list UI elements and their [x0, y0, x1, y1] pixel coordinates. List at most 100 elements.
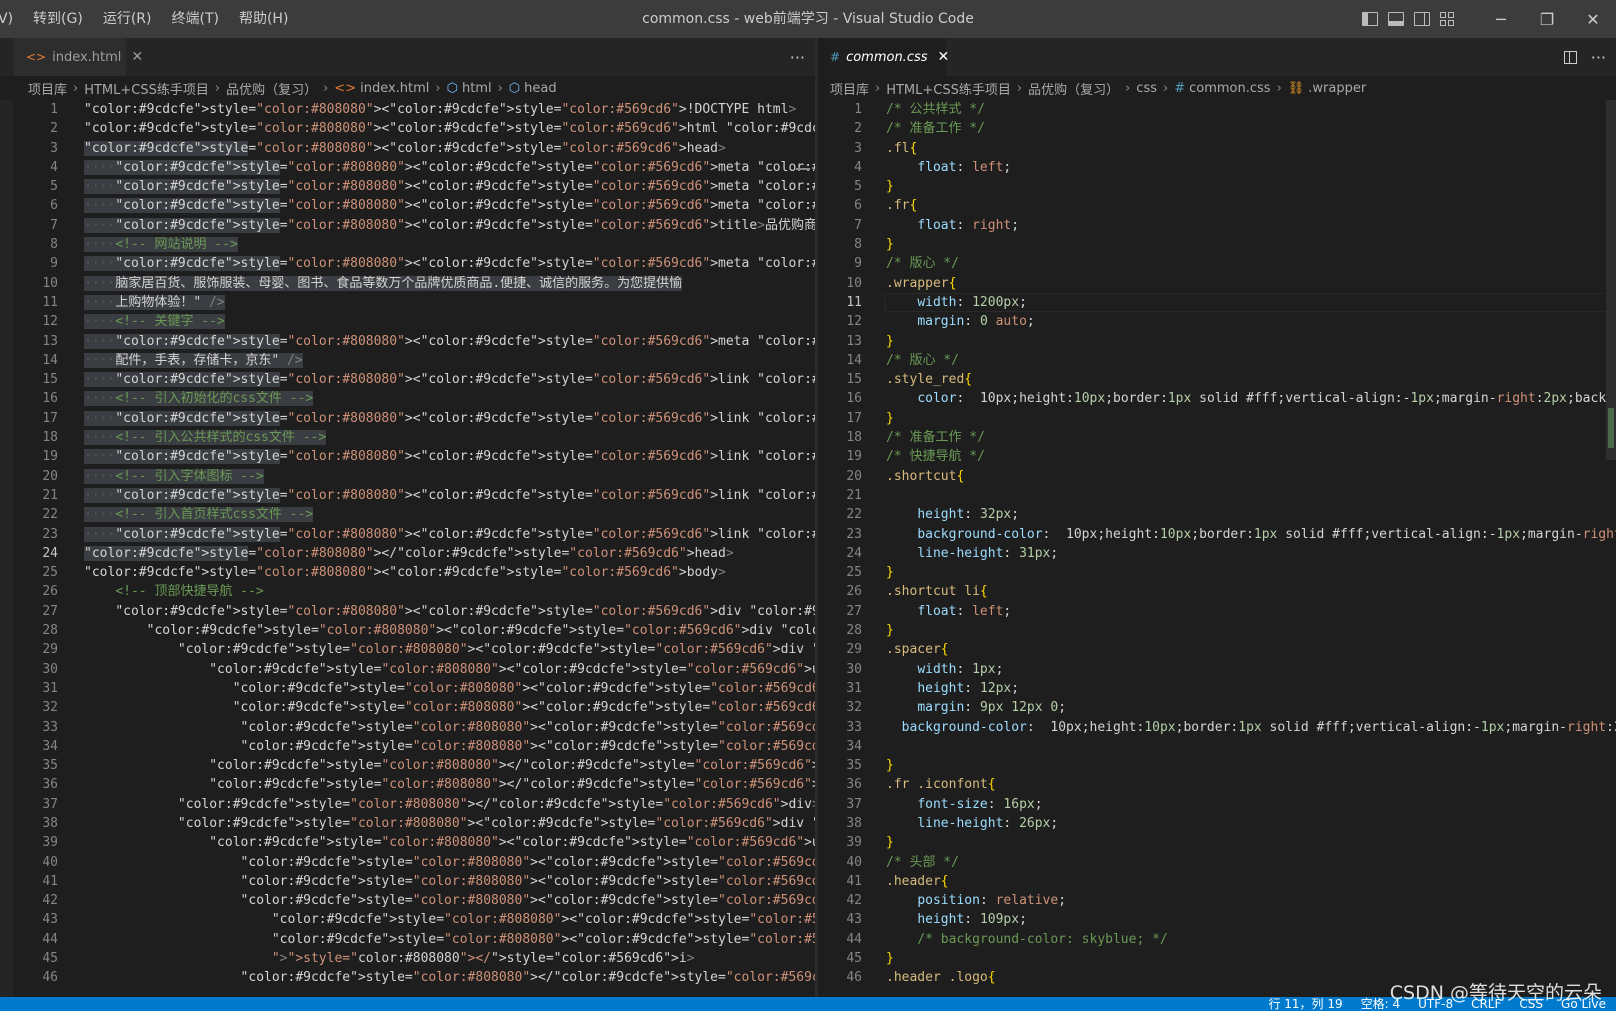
- code-line[interactable]: 24 "color:#9cdcfe">style="color:#808080">…: [0, 544, 815, 563]
- code-text[interactable]: line-height: 31px;: [886, 544, 1058, 563]
- code-text[interactable]: .shortcut{: [886, 467, 964, 486]
- code-line[interactable]: 18 ····<!-- 引入公共样式的css文件 -->: [0, 428, 815, 447]
- code-text[interactable]: "color:#9cdcfe">style="color:#808080"><"…: [84, 930, 815, 949]
- code-line[interactable]: 24 line-height: 31px;: [818, 544, 1616, 563]
- code-line[interactable]: 33 "color:#9cdcfe">style="color:#808080"…: [0, 718, 815, 737]
- toggle-primary-sidebar-icon[interactable]: [1362, 12, 1378, 26]
- code-text[interactable]: ····"color:#9cdcfe">style="color:#808080…: [84, 196, 815, 215]
- code-text[interactable]: .fr{: [886, 196, 917, 215]
- menu-run[interactable]: 运行(R): [93, 0, 162, 38]
- code-text[interactable]: ····<!-- 引入字体图标 -->: [84, 467, 264, 486]
- code-line[interactable]: 1 "color:#9cdcfe">style="color:#808080"><…: [0, 100, 815, 119]
- code-line[interactable]: 27 float: left;: [818, 602, 1616, 621]
- code-line[interactable]: 42 "color:#9cdcfe">style="color:#808080"…: [0, 891, 815, 910]
- code-text[interactable]: .fr .iconfont{: [886, 775, 996, 794]
- code-text[interactable]: .style_red{: [886, 370, 972, 389]
- code-text[interactable]: "color:#9cdcfe">style="color:#808080"><"…: [84, 563, 726, 582]
- breadcrumb-item[interactable]: 品优购（复习）: [226, 79, 317, 98]
- code-line[interactable]: 30 width: 1px;: [818, 660, 1616, 679]
- tab-index-html[interactable]: <> index.html ✕: [14, 38, 143, 76]
- code-text[interactable]: /* 公共样式 */: [886, 100, 985, 119]
- code-text[interactable]: ····"color:#9cdcfe">style="color:#808080…: [84, 177, 815, 196]
- code-line[interactable]: 27 "color:#9cdcfe">style="color:#808080"…: [0, 602, 815, 621]
- code-text[interactable]: ····"color:#9cdcfe">style="color:#808080…: [84, 525, 815, 544]
- code-text[interactable]: "color:#9cdcfe">style="color:#808080"><"…: [84, 853, 815, 872]
- code-text[interactable]: }: [886, 235, 894, 254]
- code-text[interactable]: }: [886, 409, 894, 428]
- code-line[interactable]: 38 line-height: 26px;: [818, 814, 1616, 833]
- code-line[interactable]: 28 "color:#9cdcfe">style="color:#808080"…: [0, 621, 815, 640]
- code-line[interactable]: 41 .header{: [818, 872, 1616, 891]
- more-actions-icon[interactable]: ···: [790, 48, 805, 67]
- code-line[interactable]: 13}: [818, 332, 1616, 351]
- code-text[interactable]: /* 版心 */: [886, 254, 959, 273]
- breadcrumb-item[interactable]: css: [1136, 81, 1157, 96]
- code-line[interactable]: 45}: [818, 949, 1616, 968]
- breadcrumb-item[interactable]: index.html: [360, 81, 429, 96]
- code-line[interactable]: 42 position: relative;: [818, 891, 1616, 910]
- code-line[interactable]: 34 "color:#9cdcfe">style="color:#808080"…: [0, 737, 815, 756]
- code-line[interactable]: 23 ····"color:#9cdcfe">style="color:#8080…: [0, 525, 815, 544]
- tab-common-css[interactable]: # common.css ✕: [818, 38, 949, 76]
- code-line[interactable]: 35}: [818, 756, 1616, 775]
- code-text[interactable]: <!-- 顶部快捷导航 -->: [84, 582, 263, 601]
- code-line[interactable]: 4 float: left;: [818, 158, 1616, 177]
- code-text[interactable]: line-height: 26px;: [886, 814, 1058, 833]
- menu-help[interactable]: 帮助(H): [229, 0, 298, 38]
- code-line[interactable]: 25 "color:#9cdcfe">style="color:#808080">…: [0, 563, 815, 582]
- code-line[interactable]: 35 "color:#9cdcfe">style="color:#808080"…: [0, 756, 815, 775]
- menu-view[interactable]: V): [0, 0, 23, 38]
- code-line[interactable]: 8 ····<!-- 网站说明 -->: [0, 235, 815, 254]
- code-line[interactable]: 7 ····"color:#9cdcfe">style="color:#80808…: [0, 216, 815, 235]
- code-line[interactable]: 17}: [818, 409, 1616, 428]
- code-line[interactable]: 43 "color:#9cdcfe">style="color:#808080"…: [0, 910, 815, 929]
- code-line[interactable]: 37 "color:#9cdcfe">style="color:#808080"…: [0, 795, 815, 814]
- code-editor-left[interactable]: 1 "color:#9cdcfe">style="color:#808080"><…: [0, 100, 815, 997]
- code-line[interactable]: 23 background-color: 10px;height:10px;bo…: [818, 525, 1616, 544]
- split-editor-icon[interactable]: [1563, 50, 1577, 64]
- code-line[interactable]: 26 .shortcut li{: [818, 582, 1616, 601]
- code-text[interactable]: "color:#9cdcfe">style="color:#808080"><"…: [84, 139, 726, 158]
- code-text[interactable]: float: left;: [886, 602, 1011, 621]
- code-line[interactable]: 37 font-size: 16px;: [818, 795, 1616, 814]
- code-text[interactable]: ····<!-- 引入公共样式的css文件 -->: [84, 428, 327, 447]
- code-line[interactable]: 14 ····配件，手表，存储卡，京东" />: [0, 351, 815, 370]
- code-text[interactable]: .wrapper{: [886, 274, 956, 293]
- code-line[interactable]: 15 .style_red{: [818, 370, 1616, 389]
- code-line[interactable]: 31 height: 12px;: [818, 679, 1616, 698]
- code-text[interactable]: ····"color:#9cdcfe">style="color:#808080…: [84, 254, 815, 273]
- code-text[interactable]: .spacer{: [886, 640, 949, 659]
- code-line[interactable]: 29 .spacer{: [818, 640, 1616, 659]
- code-text[interactable]: ····"color:#9cdcfe">style="color:#808080…: [84, 332, 815, 351]
- code-line[interactable]: 21 ····"color:#9cdcfe">style="color:#8080…: [0, 486, 815, 505]
- code-text[interactable]: "color:#9cdcfe">style="color:#808080"><"…: [84, 737, 815, 756]
- code-line[interactable]: 6 ····"color:#9cdcfe">style="color:#80808…: [0, 196, 815, 215]
- close-tab-icon[interactable]: ✕: [131, 49, 143, 65]
- code-text[interactable]: "color:#9cdcfe">style="color:#808080"><"…: [84, 679, 815, 698]
- code-line[interactable]: 16 color: 10px;height:10px;border:1px so…: [818, 389, 1616, 408]
- code-line[interactable]: 3 .fl{: [818, 139, 1616, 158]
- code-line[interactable]: 39 "color:#9cdcfe">style="color:#808080"…: [0, 833, 815, 852]
- code-line[interactable]: 14 /* 版心 */: [818, 351, 1616, 370]
- code-text[interactable]: /* 版心 */: [886, 351, 959, 370]
- code-line[interactable]: 2 "color:#9cdcfe">style="color:#808080"><…: [0, 119, 815, 138]
- code-text[interactable]: "color:#9cdcfe">style="color:#808080"></…: [84, 775, 815, 794]
- code-text[interactable]: /* 快捷导航 */: [886, 447, 985, 466]
- code-line[interactable]: 34: [818, 737, 1616, 756]
- code-text[interactable]: ····"color:#9cdcfe">style="color:#808080…: [84, 216, 815, 235]
- code-line[interactable]: 6 .fr{: [818, 196, 1616, 215]
- code-line[interactable]: 19 ····"color:#9cdcfe">style="color:#8080…: [0, 447, 815, 466]
- code-text[interactable]: height: 12px;: [886, 679, 1019, 698]
- code-text[interactable]: ····"color:#9cdcfe">style="color:#808080…: [84, 486, 815, 505]
- code-text[interactable]: "color:#9cdcfe">style="color:#808080"><"…: [84, 814, 815, 833]
- code-text[interactable]: "color:#9cdcfe">style="color:#808080"><"…: [84, 718, 815, 737]
- code-line[interactable]: 12 margin: 0 auto;: [818, 312, 1616, 331]
- code-text[interactable]: height: 32px;: [886, 505, 1019, 524]
- code-text[interactable]: ····"color:#9cdcfe">style="color:#808080…: [84, 370, 815, 389]
- toggle-secondary-sidebar-icon[interactable]: [1414, 12, 1430, 26]
- code-line[interactable]: 22 ····<!-- 引入首页样式css文件 -->: [0, 505, 815, 524]
- code-text[interactable]: "color:#9cdcfe">style="color:#808080"><"…: [84, 698, 815, 717]
- minimize-button[interactable]: ─: [1478, 0, 1524, 38]
- code-text[interactable]: ····"color:#9cdcfe">style="color:#808080…: [84, 409, 815, 428]
- code-text[interactable]: ····上购物体验！" />: [84, 293, 225, 312]
